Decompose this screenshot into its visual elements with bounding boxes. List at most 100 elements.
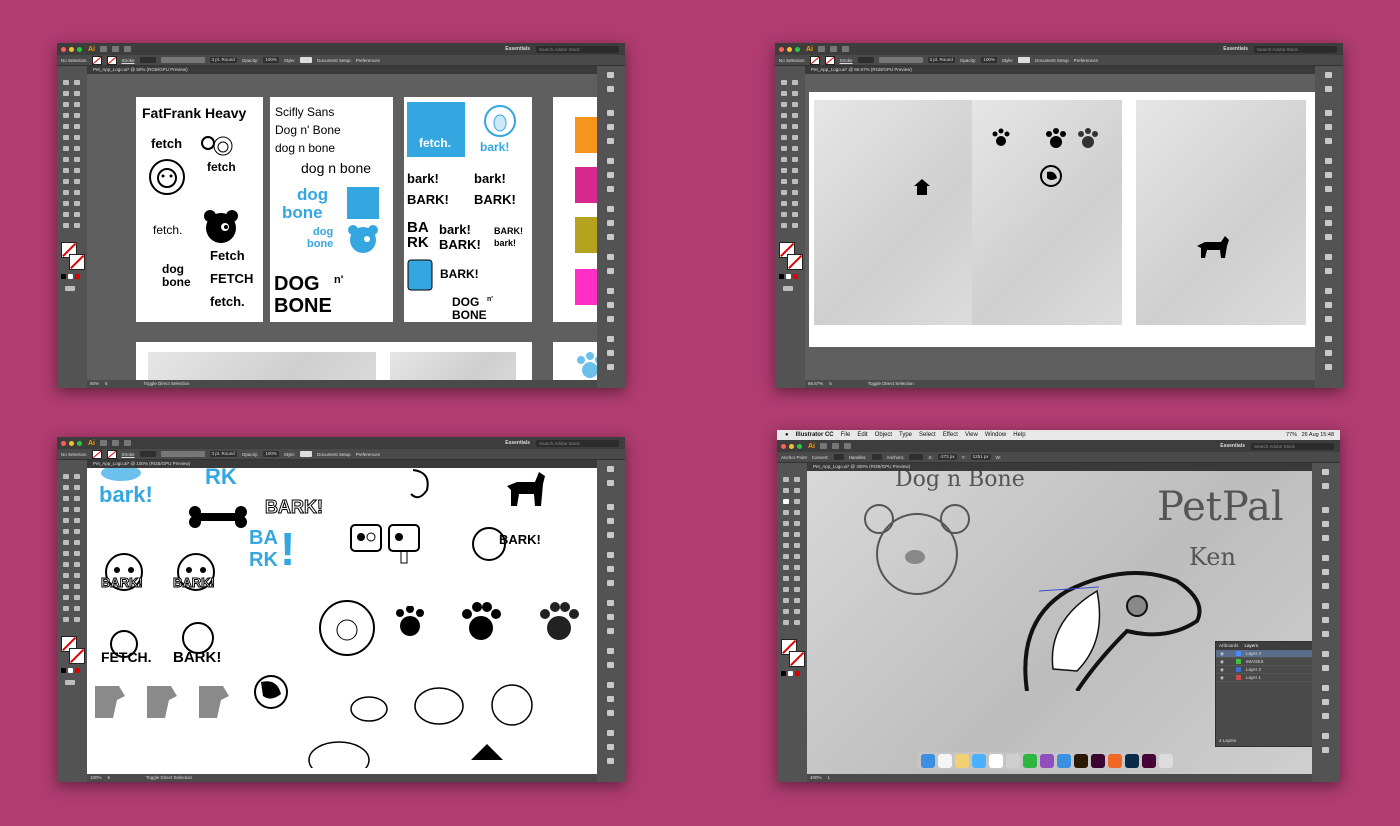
paintbrush-icon[interactable]: [794, 521, 800, 526]
stroke-weight-field[interactable]: [857, 57, 874, 63]
stroke-color-widget[interactable]: [69, 648, 85, 664]
rotate-icon[interactable]: [781, 146, 787, 151]
magic-wand-icon[interactable]: [63, 91, 69, 96]
align-icon[interactable]: [607, 350, 614, 356]
opacity-field[interactable]: 100%: [263, 57, 279, 63]
pen-tool-icon[interactable]: [783, 499, 789, 504]
none-mode-icon[interactable]: [75, 274, 80, 279]
calendar-icon[interactable]: [938, 754, 952, 768]
artboard-tool-icon[interactable]: [783, 609, 789, 614]
color-icon[interactable]: [607, 158, 614, 164]
symbol-sprayer-icon[interactable]: [783, 598, 789, 603]
opentype-icon[interactable]: [607, 532, 614, 538]
color-icon[interactable]: [607, 552, 614, 558]
stroke-weight-field[interactable]: [139, 57, 156, 63]
brush-field[interactable]: 3 pt. Round: [209, 57, 237, 63]
gradient-icon[interactable]: [74, 179, 80, 184]
bridge-icon[interactable]: [818, 46, 825, 52]
selection-tool-icon[interactable]: [63, 80, 69, 85]
paintbrush-icon[interactable]: [74, 518, 80, 523]
eraser-icon[interactable]: [794, 532, 800, 537]
document-tab[interactable]: Pet_App_Logo.ai* @ 100% (RGB/GPU Preview…: [87, 460, 597, 468]
stock-icon[interactable]: [832, 443, 839, 449]
clock[interactable]: 26 Aug 15:48: [1302, 432, 1334, 438]
brush-field[interactable]: 3 pt. Round: [927, 57, 955, 63]
mesh-icon[interactable]: [63, 179, 69, 184]
rectangle-tool-icon[interactable]: [783, 521, 789, 526]
minimize-button[interactable]: [787, 46, 792, 52]
search-stock-input[interactable]: Search Adobe Stock: [536, 45, 619, 53]
symbol-sprayer-icon[interactable]: [781, 201, 787, 206]
type-tool-icon[interactable]: [781, 113, 787, 118]
color-mode-icon[interactable]: [781, 671, 786, 676]
selection-tool-icon[interactable]: [63, 474, 69, 479]
free-transform-icon[interactable]: [74, 551, 80, 556]
mesh-icon[interactable]: [783, 576, 789, 581]
canvas[interactable]: FatFrank Heavy fetch fetch fetch. dog bo…: [87, 74, 597, 380]
close-button[interactable]: [779, 46, 784, 52]
layer-row[interactable]: ◉ Layer 2: [1216, 666, 1312, 674]
graph-icon[interactable]: [792, 201, 798, 206]
sketch-app-icon[interactable]: [1108, 754, 1122, 768]
magic-wand-icon[interactable]: [63, 485, 69, 490]
asset-export-icon[interactable]: [1322, 651, 1329, 657]
curvature-icon[interactable]: [792, 102, 798, 107]
layers-icon[interactable]: [607, 662, 614, 668]
perspective-icon[interactable]: [792, 168, 798, 173]
color-mode-icon[interactable]: [61, 274, 66, 279]
stroke-color-widget[interactable]: [789, 651, 805, 667]
none-mode-icon[interactable]: [795, 671, 800, 676]
stock-icon[interactable]: [830, 46, 837, 52]
bridge-icon[interactable]: [100, 46, 107, 52]
close-button[interactable]: [781, 443, 786, 449]
layers-icon[interactable]: [607, 268, 614, 274]
eyedropper-icon[interactable]: [783, 587, 789, 592]
scale-icon[interactable]: [794, 543, 800, 548]
convert-corner-button[interactable]: [833, 454, 844, 460]
paragraph-icon[interactable]: [607, 124, 614, 130]
curvature-icon[interactable]: [794, 499, 800, 504]
gradient-mode-icon[interactable]: [68, 274, 73, 279]
layer-row[interactable]: ◉ Layer 4: [1216, 650, 1312, 658]
transparency-icon[interactable]: [1322, 713, 1329, 719]
paragraph-icon[interactable]: [607, 518, 614, 524]
perspective-icon[interactable]: [794, 565, 800, 570]
line-tool-icon[interactable]: [74, 113, 80, 118]
zoom-tool-icon[interactable]: [74, 617, 80, 622]
screen-mode-icon[interactable]: [783, 286, 793, 291]
type-tool-icon[interactable]: [783, 510, 789, 515]
canvas[interactable]: Dog n Bone PetPal Ken Artboards Layers ◉…: [807, 471, 1312, 774]
search-stock-input[interactable]: Search Adobe Stock: [536, 439, 619, 447]
document-tab[interactable]: Pet_App_Logo.ai* @ 66.67% (RGB/GPU Previ…: [805, 66, 1315, 74]
layer-row[interactable]: ◉ IMAGES: [1216, 658, 1312, 666]
itunes-icon[interactable]: [989, 754, 1003, 768]
stroke-swatch[interactable]: [106, 55, 117, 65]
gradient-mode-icon[interactable]: [786, 274, 791, 279]
artboard-number[interactable]: 5: [105, 380, 108, 388]
zoom-tool-icon[interactable]: [792, 223, 798, 228]
properties-icon[interactable]: [1322, 469, 1329, 475]
graphic-styles-icon[interactable]: [1325, 234, 1332, 240]
color-icon[interactable]: [1325, 158, 1332, 164]
pathfinder-icon[interactable]: [607, 758, 614, 764]
artboard-number[interactable]: 1: [828, 774, 831, 782]
x-field[interactable]: -273 px: [937, 454, 957, 460]
transparency-icon[interactable]: [1325, 316, 1332, 322]
symbols-icon[interactable]: [607, 614, 614, 620]
eye-icon[interactable]: ◉: [1220, 674, 1224, 681]
preferences-button[interactable]: Preferences: [356, 58, 380, 63]
zoom-level[interactable]: 100%: [90, 774, 102, 782]
maximize-button[interactable]: [795, 46, 800, 52]
maximize-button[interactable]: [77, 440, 82, 446]
maximize-button[interactable]: [797, 443, 802, 449]
libraries-icon[interactable]: [1322, 483, 1329, 489]
rectangle-tool-icon[interactable]: [63, 124, 69, 129]
canvas[interactable]: [805, 74, 1315, 380]
style-field[interactable]: [1018, 57, 1031, 63]
arrange-icon[interactable]: [842, 46, 849, 52]
slice-icon[interactable]: [792, 212, 798, 217]
none-mode-icon[interactable]: [75, 668, 80, 673]
rotate-icon[interactable]: [63, 146, 69, 151]
artboard-number[interactable]: 5: [108, 774, 111, 782]
color-icon[interactable]: [1322, 555, 1329, 561]
